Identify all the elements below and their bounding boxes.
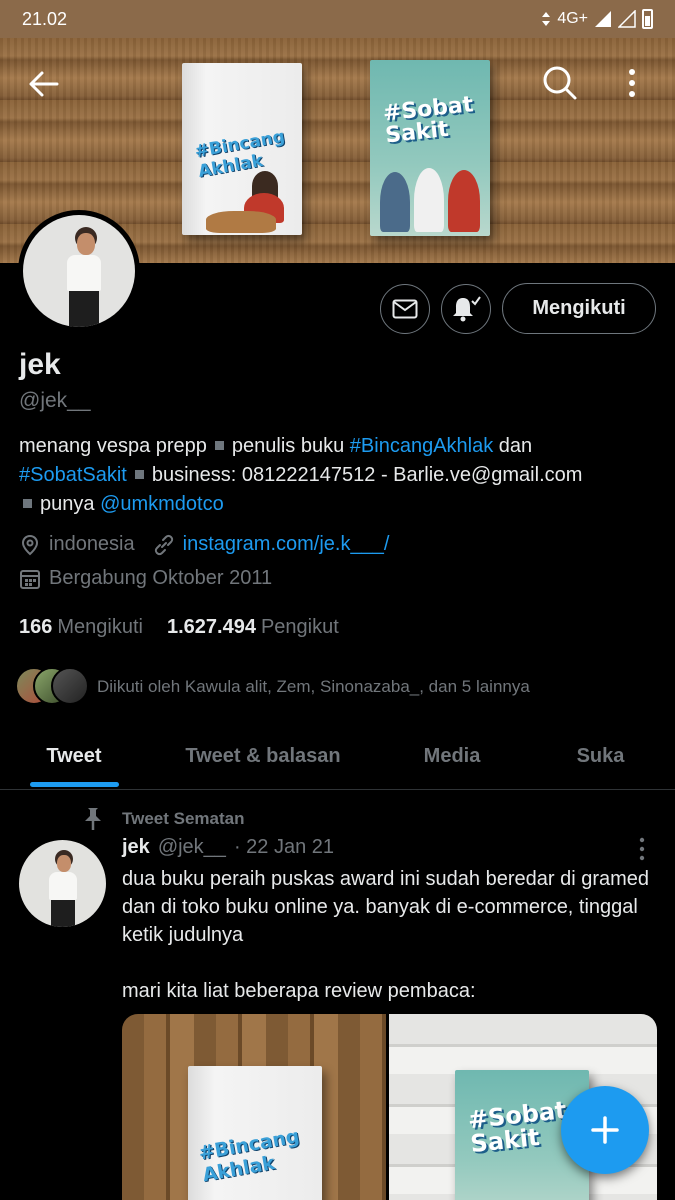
tweet-more-button[interactable] <box>630 836 654 862</box>
banner-book2-title: #Sobat Sakit <box>381 92 475 149</box>
tweet-author-name[interactable]: jek <box>122 836 150 859</box>
status-time: 21.02 <box>22 8 68 29</box>
bullet-square-icon <box>134 469 144 479</box>
profile-joined-date: Bergabung Oktober 2011 <box>49 567 273 589</box>
back-button[interactable] <box>14 62 74 106</box>
banner-book1-title: #Bincang Akhlak <box>193 126 287 182</box>
profile-tabs: Tweet Tweet & balasan Media Suka <box>0 722 675 790</box>
search-button[interactable] <box>535 58 585 108</box>
signal-empty-icon <box>618 10 636 28</box>
profile-handle: @jek__ <box>19 389 91 412</box>
following-count-link[interactable]: 166 Mengikuti <box>19 616 143 639</box>
message-button[interactable] <box>380 284 430 334</box>
more-vertical-icon <box>629 69 635 97</box>
tweet-author-avatar[interactable] <box>19 840 106 927</box>
search-icon <box>543 66 577 100</box>
active-tab-indicator <box>30 782 119 787</box>
banner-book-sobat-sakit: #Sobat Sakit <box>370 60 490 236</box>
media-book1-title: #Bincang Akhlak <box>197 1125 302 1187</box>
mail-icon <box>392 299 418 319</box>
plus-icon <box>591 1116 619 1144</box>
profile-meta-joined: Bergabung Oktober 2011 <box>19 567 272 590</box>
banner-book-bincang-akhlak: #Bincang Akhlak <box>182 63 302 235</box>
notifications-button[interactable] <box>441 284 491 334</box>
following-button[interactable]: Mengikuti <box>502 283 656 334</box>
pinned-tweet-label: Tweet Sematan <box>80 806 245 832</box>
bullet-square-icon <box>214 440 224 450</box>
calendar-icon <box>19 568 41 590</box>
status-icons: 4G+ <box>541 9 653 29</box>
back-arrow-icon <box>29 71 59 97</box>
pin-icon <box>85 808 101 830</box>
tweet-header: jek @jek__ · 22 Jan 21 <box>122 836 334 859</box>
data-arrows-icon <box>542 12 551 26</box>
profile-stats: 166 Mengikuti 1.627.494 Pengikut <box>19 616 339 639</box>
profile-avatar[interactable] <box>18 210 140 332</box>
network-type: 4G+ <box>557 10 588 27</box>
profile-name: jek <box>19 348 61 381</box>
tab-likes[interactable]: Suka <box>526 722 675 790</box>
hashtag-link-sobatsakit[interactable]: #SobatSakit <box>19 464 127 486</box>
followed-by-row[interactable]: Diikuti oleh Kawula alit, Zem, Sinonazab… <box>15 667 530 707</box>
compose-tweet-button[interactable] <box>561 1086 649 1174</box>
tab-media[interactable]: Media <box>378 722 526 790</box>
more-options-button[interactable] <box>612 58 652 108</box>
profile-location: indonesia <box>49 533 135 555</box>
followed-by-avatars <box>15 667 91 707</box>
mention-link-umkmdotco[interactable]: @umkmdotco <box>100 493 224 515</box>
avatar <box>51 667 89 705</box>
tweet-author-handle: @jek__ <box>157 836 226 858</box>
tweet-text: dua buku peraih puskas award ini sudah b… <box>122 868 650 1002</box>
notification-bell-icon <box>453 296 481 322</box>
more-vertical-icon <box>639 837 645 861</box>
profile-bio: menang vespa prepp penulis buku #BincangA… <box>19 435 583 515</box>
profile-website-link[interactable]: instagram.com/je.k___/ <box>183 533 390 556</box>
profile-meta-location-website: indonesia instagram.com/je.k___/ <box>19 533 389 556</box>
battery-icon <box>642 9 653 29</box>
location-icon <box>19 534 41 556</box>
followers-count-link[interactable]: 1.627.494 Pengikut <box>167 616 339 639</box>
tab-tweet-replies[interactable]: Tweet & balasan <box>148 722 378 790</box>
link-icon <box>153 534 175 556</box>
bullet-square-icon <box>23 498 32 508</box>
tab-tweet[interactable]: Tweet <box>0 722 148 790</box>
signal-icon <box>595 11 611 27</box>
tweet-date: · 22 Jan 21 <box>233 836 335 858</box>
hashtag-link-bincangakhlak[interactable]: #BincangAkhlak <box>350 435 493 457</box>
status-bar: 21.02 4G+ <box>0 0 675 38</box>
tweet-media-image-1[interactable]: #Bincang Akhlak <box>122 1014 386 1200</box>
followed-by-text: Diikuti oleh Kawula alit, Zem, Sinonazab… <box>97 677 530 696</box>
